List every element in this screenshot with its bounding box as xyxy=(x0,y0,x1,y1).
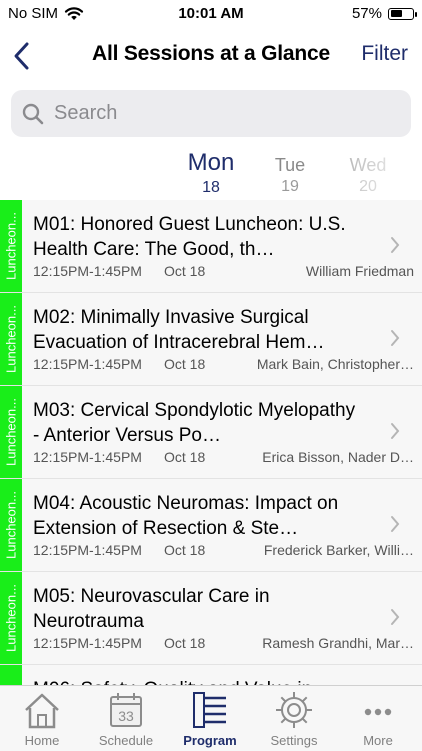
more-icon xyxy=(364,708,392,716)
session-date: Oct 18 xyxy=(164,356,206,372)
tab-label: Schedule xyxy=(98,733,154,748)
session-date: Oct 18 xyxy=(164,635,206,651)
session-list: Luncheon... M01: Honored Guest Luncheon:… xyxy=(0,200,422,685)
session-title: M04: Acoustic Neuromas: Impact on Extens… xyxy=(33,493,339,539)
tab-schedule[interactable]: 33 Schedule xyxy=(84,686,168,751)
session-title: M02: Minimally Invasive Surgical Evacuat… xyxy=(33,307,325,353)
page-title: All Sessions at a Glance xyxy=(92,42,330,65)
tab-label: Settings xyxy=(270,733,318,748)
session-date: Oct 18 xyxy=(164,449,206,465)
tab-more[interactable]: More xyxy=(336,686,420,751)
day-selector: Mon 18 Tue 19 Wed 20 xyxy=(0,145,422,200)
day-number: 19 xyxy=(281,178,299,195)
day-wed[interactable]: Wed 20 xyxy=(328,145,408,197)
session-date: Oct 18 xyxy=(164,263,206,279)
day-name: Wed xyxy=(349,155,387,175)
search-bar[interactable] xyxy=(11,90,411,137)
status-right: 57% xyxy=(351,5,417,22)
session-time: 12:15PM-1:45PM xyxy=(33,449,142,465)
session-type-tag: Luncheon... xyxy=(0,200,22,292)
session-type-tag: Luncheon... xyxy=(0,572,22,664)
session-row[interactable]: M06: Safety, Quality and Value in xyxy=(0,665,422,685)
day-name: Mon xyxy=(187,149,235,176)
session-time: 12:15PM-1:45PM xyxy=(33,635,142,651)
day-number: 18 xyxy=(202,179,220,196)
session-speaker: Mark Bain, Christopher… xyxy=(256,356,414,372)
day-mon[interactable]: Mon 18 xyxy=(171,145,251,198)
session-row[interactable]: Luncheon... M03: Cervical Spondylotic My… xyxy=(0,386,422,479)
chevron-right-icon xyxy=(391,330,400,346)
filter-button[interactable]: Filter xyxy=(361,42,408,66)
session-type-tag: Luncheon... xyxy=(0,479,22,571)
battery-percent: 57% xyxy=(351,5,382,22)
session-time: 12:15PM-1:45PM xyxy=(33,356,142,372)
calendar-icon: 33 xyxy=(110,693,142,727)
tab-home[interactable]: Home xyxy=(0,686,84,751)
home-icon xyxy=(25,693,59,729)
session-title: M01: Honored Guest Luncheon: U.S. Health… xyxy=(33,214,346,260)
session-date: Oct 18 xyxy=(164,542,206,558)
nav-bar: All Sessions at a Glance Filter xyxy=(0,30,422,82)
session-speaker: Erica Bisson, Nader D… xyxy=(262,449,414,465)
session-speaker: Ramesh Grandhi, Mar… xyxy=(262,635,414,651)
tab-bar: Home 33 Schedule Program Settings More xyxy=(0,685,422,751)
session-type-label: Luncheon... xyxy=(3,305,19,373)
session-title: M03: Cervical Spondylotic Myelopathy - A… xyxy=(33,400,356,446)
day-tue[interactable]: Tue 19 xyxy=(250,145,330,197)
chevron-right-icon xyxy=(391,516,400,532)
status-bar: No SIM 10:01 AM 57% xyxy=(0,0,422,30)
session-type-tag: Luncheon... xyxy=(0,386,22,478)
program-icon xyxy=(193,692,226,728)
session-type-tag xyxy=(0,665,22,685)
session-type-label: Luncheon... xyxy=(3,584,19,652)
day-number: 20 xyxy=(359,178,377,195)
chevron-right-icon xyxy=(391,237,400,253)
gear-icon xyxy=(276,692,312,728)
battery-icon xyxy=(388,7,417,20)
chevron-right-icon xyxy=(391,609,400,625)
calendar-badge: 33 xyxy=(118,708,134,724)
tab-program[interactable]: Program xyxy=(168,686,252,751)
session-title: M05: Neurovascular Care in Neurotrauma xyxy=(33,586,270,632)
session-row[interactable]: Luncheon... M01: Honored Guest Luncheon:… xyxy=(0,200,422,293)
session-speaker: Frederick Barker, Willi… xyxy=(263,542,414,558)
session-type-tag: Luncheon... xyxy=(0,293,22,385)
tab-label: Program xyxy=(183,733,237,748)
session-time: 12:15PM-1:45PM xyxy=(33,263,142,279)
session-type-label: Luncheon... xyxy=(3,212,19,280)
tab-label: Home xyxy=(24,733,60,748)
session-row[interactable]: Luncheon... M05: Neurovascular Care in N… xyxy=(0,572,422,665)
session-row[interactable]: Luncheon... M02: Minimally Invasive Surg… xyxy=(0,293,422,386)
session-time: 12:15PM-1:45PM xyxy=(33,542,142,558)
session-title: M06: Safety, Quality and Value in xyxy=(33,677,363,685)
session-type-label: Luncheon... xyxy=(3,398,19,466)
day-name: Tue xyxy=(274,155,306,175)
chevron-right-icon xyxy=(391,423,400,439)
session-type-label: Luncheon... xyxy=(3,491,19,559)
tab-settings[interactable]: Settings xyxy=(252,686,336,751)
tab-label: More xyxy=(363,733,393,748)
session-row[interactable]: Luncheon... M04: Acoustic Neuromas: Impa… xyxy=(0,479,422,572)
search-input[interactable] xyxy=(52,101,376,126)
search-icon xyxy=(22,103,44,124)
session-speaker: William Friedman xyxy=(305,263,414,279)
